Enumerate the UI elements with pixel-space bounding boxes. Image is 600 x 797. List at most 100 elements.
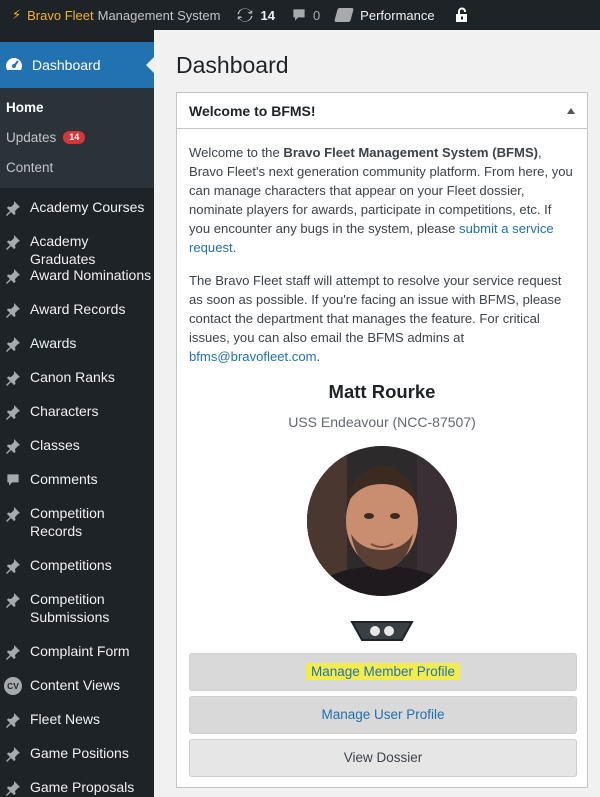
sidebar-item-fleet-news[interactable]: Fleet News [0,710,154,744]
updates-badge: 14 [63,130,86,144]
admin-email-link[interactable]: bfms@bravofleet.com [189,349,317,364]
pushpin-icon [4,505,22,523]
profile-buttons: Manage Member Profile Manage User Profil… [189,653,577,777]
system-name: Bravo Fleet Management System (BFMS) [283,145,539,160]
button-label: View Dossier [343,750,423,765]
collapse-arrow-icon[interactable] [567,107,575,114]
manage-member-profile-button[interactable]: Manage Member Profile [189,653,577,691]
sidebar-item-content-views[interactable]: CV Content Views [0,676,154,710]
avatar [307,446,457,596]
sidebar-item-label: Academy Graduates [30,233,96,267]
widget-body: Welcome to the Bravo Fleet Management Sy… [177,129,587,777]
sidebar-item-game-proposals[interactable]: Game Proposals [0,778,154,797]
sidebar-item-label: Competition Records [30,505,105,539]
profile-name: Matt Rourke [328,381,436,402]
lock-icon [455,7,467,22]
submenu-label: Home [6,99,44,115]
site-name-link[interactable]: ⚡ Bravo Fleet Management System [0,0,220,30]
submenu-label: Content [6,159,54,175]
button-label: Manage User Profile [321,707,445,722]
text: Welcome to the [189,145,284,160]
sidebar-item-classes[interactable]: Classes [0,436,154,470]
sidebar-item-label: Award Records [30,301,126,317]
sidebar-item-competition-submissions[interactable]: Competition Submissions [0,590,154,642]
sidebar-item-label: Awards [30,335,77,351]
page-title: Dashboard [176,52,289,78]
widget-header[interactable]: Welcome to BFMS! [177,93,587,129]
sidebar-item-award-nominations[interactable]: Award Nominations [0,266,154,300]
pushpin-icon [4,233,22,251]
sidebar-item-characters[interactable]: Characters [0,402,154,436]
button-label: Manage Member Profile [305,663,461,680]
sidebar-item-label: Content Views [30,677,121,693]
comments-count: 0 [312,7,321,23]
welcome-paragraph: Welcome to the Bravo Fleet Management Sy… [189,143,575,257]
pushpin-icon [4,267,22,285]
pushpin-icon [4,403,22,421]
submenu-home[interactable]: Home [0,92,154,122]
sidebar-item-canon-ranks[interactable]: Canon Ranks [0,368,154,402]
dashboard-gauge-icon [6,58,22,74]
sidebar-item-game-positions[interactable]: Game Positions [0,744,154,778]
brand-subtitle: Management System [97,7,221,23]
pushpin-icon [4,301,22,319]
sidebar-item-label: Award Nominations [30,267,152,283]
welcome-widget: Welcome to BFMS! Welcome to the Bravo Fl… [176,92,588,788]
sidebar-item-dashboard[interactable]: Dashboard [0,42,154,88]
content-views-icon-text: CV [4,677,22,695]
comments-link[interactable]: 0 [291,0,320,30]
bolt-icon: ⚡ [12,7,22,22]
sidebar-item-label: Dashboard [32,57,101,73]
sidebar-item-label: Classes [30,437,80,453]
text: . [232,240,237,255]
submenu-label: Updates [6,129,57,145]
rank-insignia-icon [350,618,414,644]
sidebar-item-label: Characters [30,403,99,419]
lock-link[interactable] [455,0,469,30]
submenu-updates[interactable]: Updates 14 [0,122,154,152]
sidebar-item-label: Complaint Form [30,643,130,659]
admin-sidebar: Dashboard Home Updates 14 Content Academy… [0,30,154,797]
sidebar-item-complaint-form[interactable]: Complaint Form [0,642,154,676]
sidebar-item-label: Game Proposals [30,779,135,795]
sidebar-item-label: Comments [30,471,98,487]
comment-icon [4,471,22,489]
staff-paragraph: The Bravo Fleet staff will attempt to re… [189,271,575,366]
profile-ship: USS Endeavour (NCC-87507) [288,414,476,430]
updates-count: 14 [260,7,275,23]
view-dossier-button[interactable]: View Dossier [189,739,577,777]
pushpin-icon [4,711,22,729]
pushpin-icon [4,591,22,609]
admin-bar: ⚡ Bravo Fleet Management System 14 0 Per… [0,0,600,30]
pushpin-icon [4,643,22,661]
text: . [316,349,321,364]
sidebar-item-label: Competition Submissions [30,591,110,625]
performance-icon [334,8,355,22]
sidebar-item-label: Fleet News [30,711,101,727]
pushpin-icon [4,335,22,353]
sidebar-item-academy-courses[interactable]: Academy Courses [0,198,154,232]
performance-link[interactable]: Performance [334,0,435,30]
sidebar-item-competition-records[interactable]: Competition Records [0,504,154,556]
pushpin-icon [4,369,22,387]
pushpin-icon [4,437,22,455]
brand-name: Bravo Fleet [27,7,94,23]
updates-icon [237,8,254,22]
sidebar-item-awards[interactable]: Awards [0,334,154,368]
performance-label: Performance [360,7,435,23]
manage-user-profile-button[interactable]: Manage User Profile [189,696,577,734]
sidebar-item-comments[interactable]: Comments [0,470,154,504]
sidebar-item-award-records[interactable]: Award Records [0,300,154,334]
widget-title: Welcome to BFMS! [189,102,316,119]
sidebar-item-academy-graduates[interactable]: Academy Graduates [0,232,154,267]
sidebar-menu: Academy Courses Academy Graduates Award … [0,198,154,797]
sidebar-item-competitions[interactable]: Competitions [0,556,154,590]
sidebar-item-label: Competitions [30,557,112,573]
comment-icon [293,9,305,21]
sidebar-item-label: Game Positions [30,745,129,761]
submenu-content[interactable]: Content [0,152,154,182]
sidebar-item-label: Canon Ranks [30,369,115,385]
updates-link[interactable]: 14 [236,0,275,30]
content-views-icon: CV [4,677,22,695]
pushpin-icon [4,779,22,797]
